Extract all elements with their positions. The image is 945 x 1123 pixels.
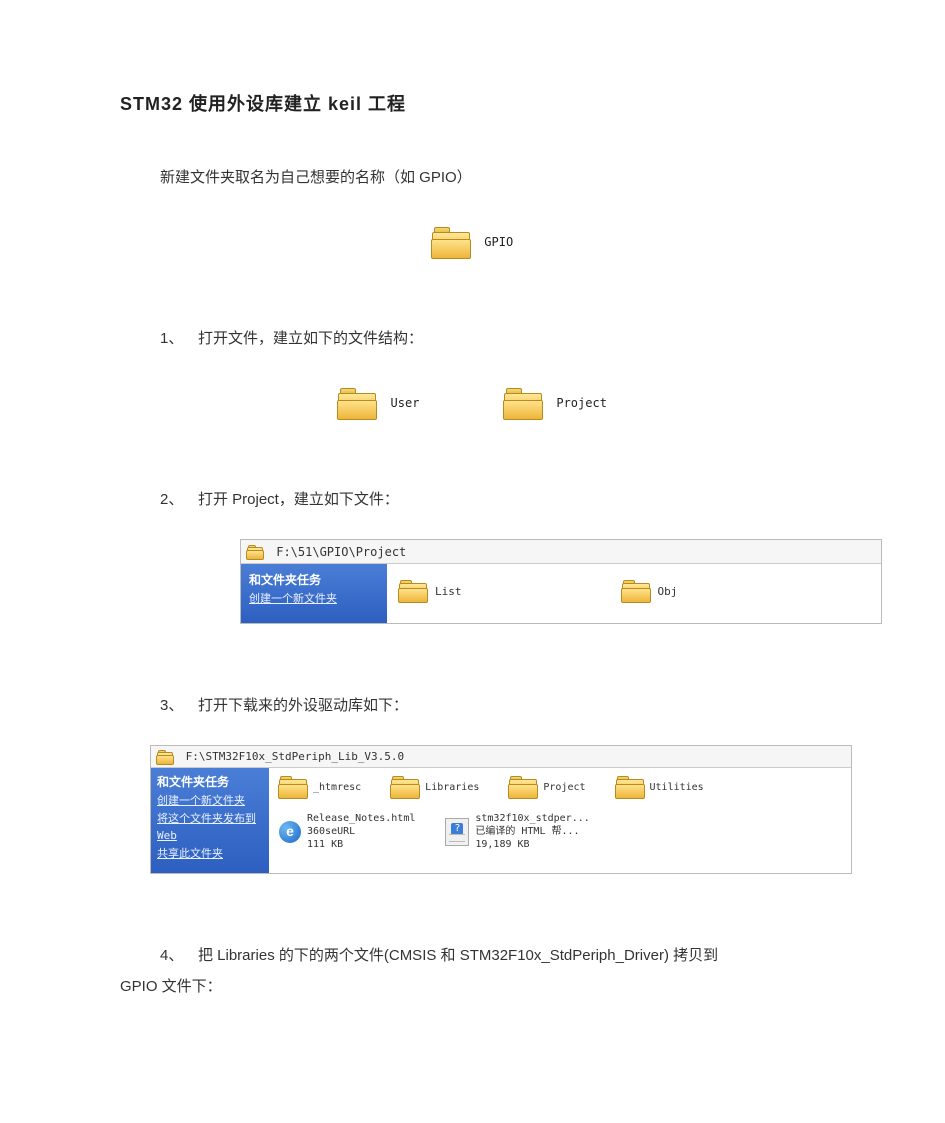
explorer-sidebar: 和文件夹任务 创建一个新文件夹 xyxy=(241,564,387,623)
folder-icon xyxy=(509,776,537,798)
sidebar-link-new-folder[interactable]: 创建一个新文件夹 xyxy=(249,590,379,609)
step-2-number: 2、 xyxy=(160,488,180,509)
release-notes-label: Release_Notes.html 360seURL 111 KB xyxy=(307,812,415,851)
folder-icon xyxy=(504,388,542,418)
step-1-number: 1、 xyxy=(160,327,180,348)
project-folder[interactable]: Project xyxy=(509,776,585,798)
step-1-text: 打开文件，建立如下的文件结构： xyxy=(198,330,423,347)
sidebar-link-share[interactable]: 共享此文件夹 xyxy=(157,845,263,863)
address-text: F:\51\GPIO\Project xyxy=(276,545,406,559)
step-2-text: 打开 Project，建立如下文件： xyxy=(198,491,399,508)
folder-icon xyxy=(391,776,419,798)
list-folder[interactable]: List xyxy=(399,574,462,609)
list-folder-label: List xyxy=(435,585,462,598)
explorer-main: List Obj xyxy=(387,564,881,623)
step-2-explorer: F:\51\GPIO\Project 和文件夹任务 创建一个新文件夹 List xyxy=(240,539,882,624)
chm-icon xyxy=(445,818,469,846)
sidebar-title: 和文件夹任务 xyxy=(157,773,263,792)
libraries-label: Libraries xyxy=(425,781,479,794)
step-4-text: 把 Libraries 的下的两个文件(CMSIS 和 STM32F10x_St… xyxy=(198,947,718,964)
project-folder-label: Project xyxy=(556,396,607,410)
address-bar: F:\STM32F10x_StdPeriph_Lib_V3.5.0 xyxy=(151,746,851,769)
folder-icon xyxy=(616,776,644,798)
step-2: 2、 打开 Project，建立如下文件： xyxy=(160,488,825,509)
folder-icon xyxy=(247,545,263,558)
step-4-continuation: GPIO 文件下： xyxy=(120,975,825,996)
chm-help-file[interactable]: stm32f10x_stdper... 已编译的 HTML 帮... 19,18… xyxy=(445,812,585,851)
sidebar-link-publish-web[interactable]: 将这个文件夹发布到 Web xyxy=(157,810,263,845)
utilities-label: Utilities xyxy=(650,781,704,794)
explorer-main: _htmresc Libraries Project xyxy=(269,768,851,873)
gpio-folder-label: GPIO xyxy=(484,235,513,249)
sidebar-link-new-folder[interactable]: 创建一个新文件夹 xyxy=(157,792,263,810)
step-3-number: 3、 xyxy=(160,694,180,715)
step-1: 1、 打开文件，建立如下的文件结构： xyxy=(160,327,825,348)
step-3-explorer: F:\STM32F10x_StdPeriph_Lib_V3.5.0 和文件夹任务… xyxy=(150,745,852,874)
libraries-folder[interactable]: Libraries xyxy=(391,776,479,798)
release-notes-file[interactable]: Release_Notes.html 360seURL 111 KB xyxy=(279,812,415,851)
obj-folder-label: Obj xyxy=(658,585,678,598)
sidebar-title: 和文件夹任务 xyxy=(249,570,379,590)
step-3-text: 打开下载来的外设驱动库如下： xyxy=(198,697,408,714)
utilities-folder[interactable]: Utilities xyxy=(616,776,704,798)
step-4-number: 4、 xyxy=(160,944,180,965)
htmresc-folder[interactable]: _htmresc xyxy=(279,776,361,798)
page-title: STM32 使用外设库建立 keil 工程 xyxy=(120,90,825,116)
intro-text: 新建文件夹取名为自己想要的名称（如 GPIO） xyxy=(160,166,825,187)
folder-icon xyxy=(157,750,173,763)
obj-folder[interactable]: Obj xyxy=(622,574,678,609)
address-bar: F:\51\GPIO\Project xyxy=(241,540,881,564)
folder-icon xyxy=(432,227,470,257)
step-3: 3、 打开下载来的外设驱动库如下： xyxy=(160,694,825,715)
folder-icon xyxy=(622,580,650,602)
explorer-sidebar: 和文件夹任务 创建一个新文件夹 将这个文件夹发布到 Web 共享此文件夹 xyxy=(151,768,269,873)
htmresc-label: _htmresc xyxy=(313,781,361,794)
folder-icon xyxy=(279,776,307,798)
gpio-folder-figure: GPIO xyxy=(120,227,825,257)
folder-icon xyxy=(338,388,376,418)
chm-label: stm32f10x_stdper... 已编译的 HTML 帮... 19,18… xyxy=(475,812,585,851)
user-folder-label: User xyxy=(391,396,420,410)
ie-icon xyxy=(279,821,301,843)
address-text: F:\STM32F10x_StdPeriph_Lib_V3.5.0 xyxy=(186,750,405,763)
project-label: Project xyxy=(543,781,585,794)
step-1-folders: User Project xyxy=(120,388,825,418)
folder-icon xyxy=(399,580,427,602)
step-4: 4、 把 Libraries 的下的两个文件(CMSIS 和 STM32F10x_… xyxy=(160,944,825,965)
